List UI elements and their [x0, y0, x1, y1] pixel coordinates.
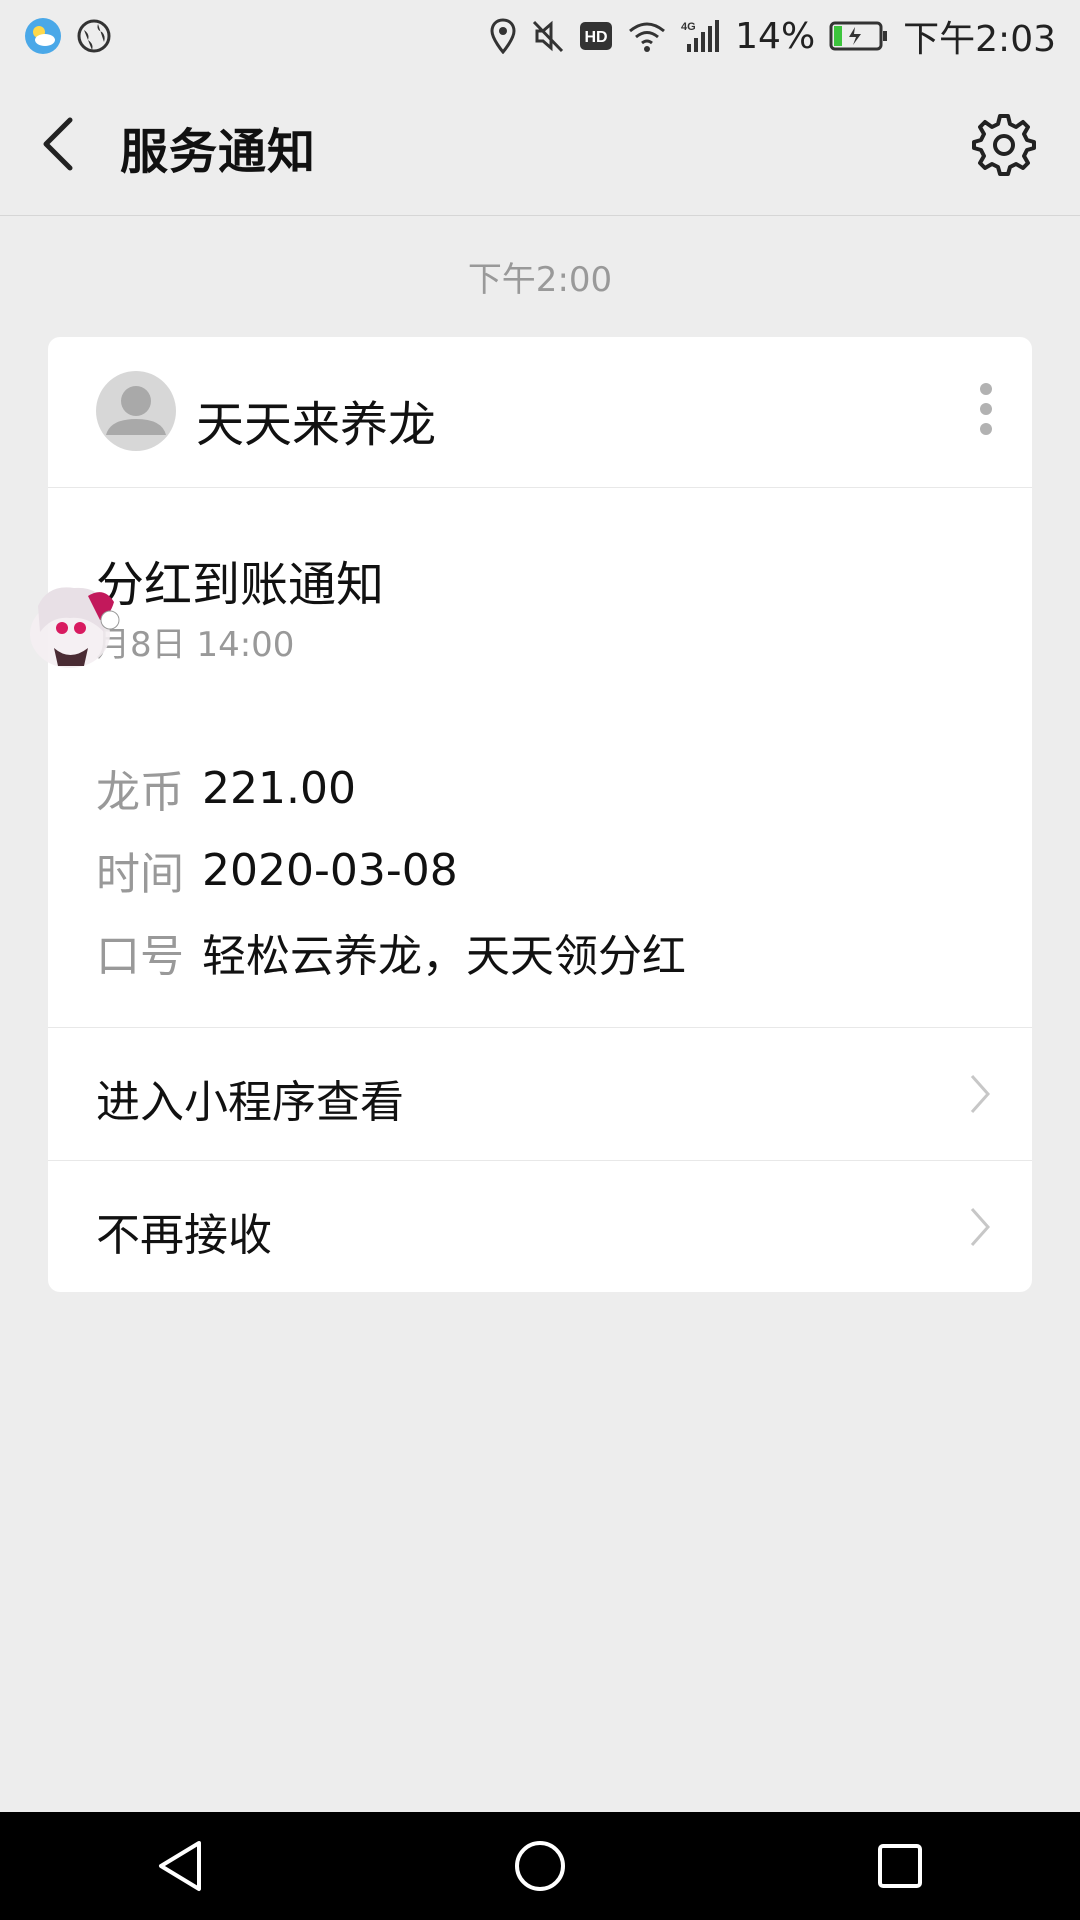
default-avatar-icon: [106, 386, 166, 435]
action-label: 进入小程序查看: [96, 1077, 404, 1128]
hd-icon: HD: [579, 21, 613, 51]
status-right: HD 4G 14% 下午2:03: [489, 10, 1056, 62]
signal-icon: 4G: [681, 18, 721, 54]
field-value: 轻松云养龙，天天领分红: [202, 931, 686, 982]
triangle-back-icon: [159, 1841, 201, 1891]
circle-home-icon: [515, 1841, 565, 1891]
square-recents-icon: [878, 1844, 922, 1888]
field-row-coins: 龙币 221.00: [96, 747, 976, 829]
open-miniprogram-button[interactable]: 进入小程序查看: [48, 1027, 1032, 1160]
sender-name[interactable]: 天天来养龙: [196, 385, 436, 455]
back-button[interactable]: [36, 114, 82, 174]
nav-home-button[interactable]: [480, 1812, 600, 1920]
field-label: 龙币: [96, 767, 184, 818]
battery-percent: 14%: [735, 15, 816, 57]
nav-recents-button[interactable]: [840, 1812, 960, 1920]
mute-icon: [531, 18, 565, 54]
notice-title: 分红到账通知: [96, 557, 385, 613]
battery-icon: [829, 21, 889, 51]
navigation-bar: [0, 1812, 1080, 1920]
field-row-slogan: 口号 轻松云养龙，天天领分红: [96, 911, 976, 993]
status-left: [24, 17, 112, 55]
status-bar: HD 4G 14% 下午2:03: [0, 0, 1080, 72]
more-dot-icon: [980, 403, 992, 415]
action-label: 不再接收: [96, 1210, 272, 1261]
notification-card: 天天来养龙 分红到账通知 月8日 14:00 龙币 221.00 时间 2020…: [48, 337, 1032, 1292]
header: 服务通知: [0, 72, 1080, 216]
avatar[interactable]: [96, 371, 176, 451]
weather-icon: [24, 17, 62, 55]
location-icon: [489, 18, 517, 54]
more-dot-icon: [980, 383, 992, 395]
notice-date: 月8日 14:00: [96, 625, 295, 665]
field-label: 口号: [96, 931, 184, 982]
back-arrow-icon: [43, 117, 73, 171]
notice-fields: 龙币 221.00 时间 2020-03-08 口号 轻松云养龙，天天领分红: [96, 747, 976, 993]
more-options-button[interactable]: [976, 383, 996, 447]
wifi-icon: [627, 19, 667, 53]
globe-icon: [76, 18, 112, 54]
svg-text:4G: 4G: [681, 21, 696, 33]
nav-back-button[interactable]: [120, 1812, 240, 1920]
settings-button[interactable]: [972, 112, 1036, 176]
chevron-right-icon: [970, 1075, 991, 1113]
field-label: 时间: [96, 849, 184, 900]
field-row-time: 时间 2020-03-08: [96, 829, 976, 911]
chevron-right-icon: [970, 1208, 991, 1246]
unsubscribe-button[interactable]: 不再接收: [48, 1160, 1032, 1292]
card-header: 天天来养龙: [48, 337, 1032, 488]
field-value: 2020-03-08: [202, 844, 458, 896]
field-value: 221.00: [202, 762, 356, 814]
more-dot-icon: [980, 423, 992, 435]
svg-text:HD: HD: [585, 29, 608, 46]
status-clock: 下午2:03: [903, 19, 1056, 60]
page-title: 服务通知: [120, 124, 317, 180]
message-timestamp: 下午2:00: [467, 260, 613, 300]
gear-icon: [972, 114, 1036, 176]
